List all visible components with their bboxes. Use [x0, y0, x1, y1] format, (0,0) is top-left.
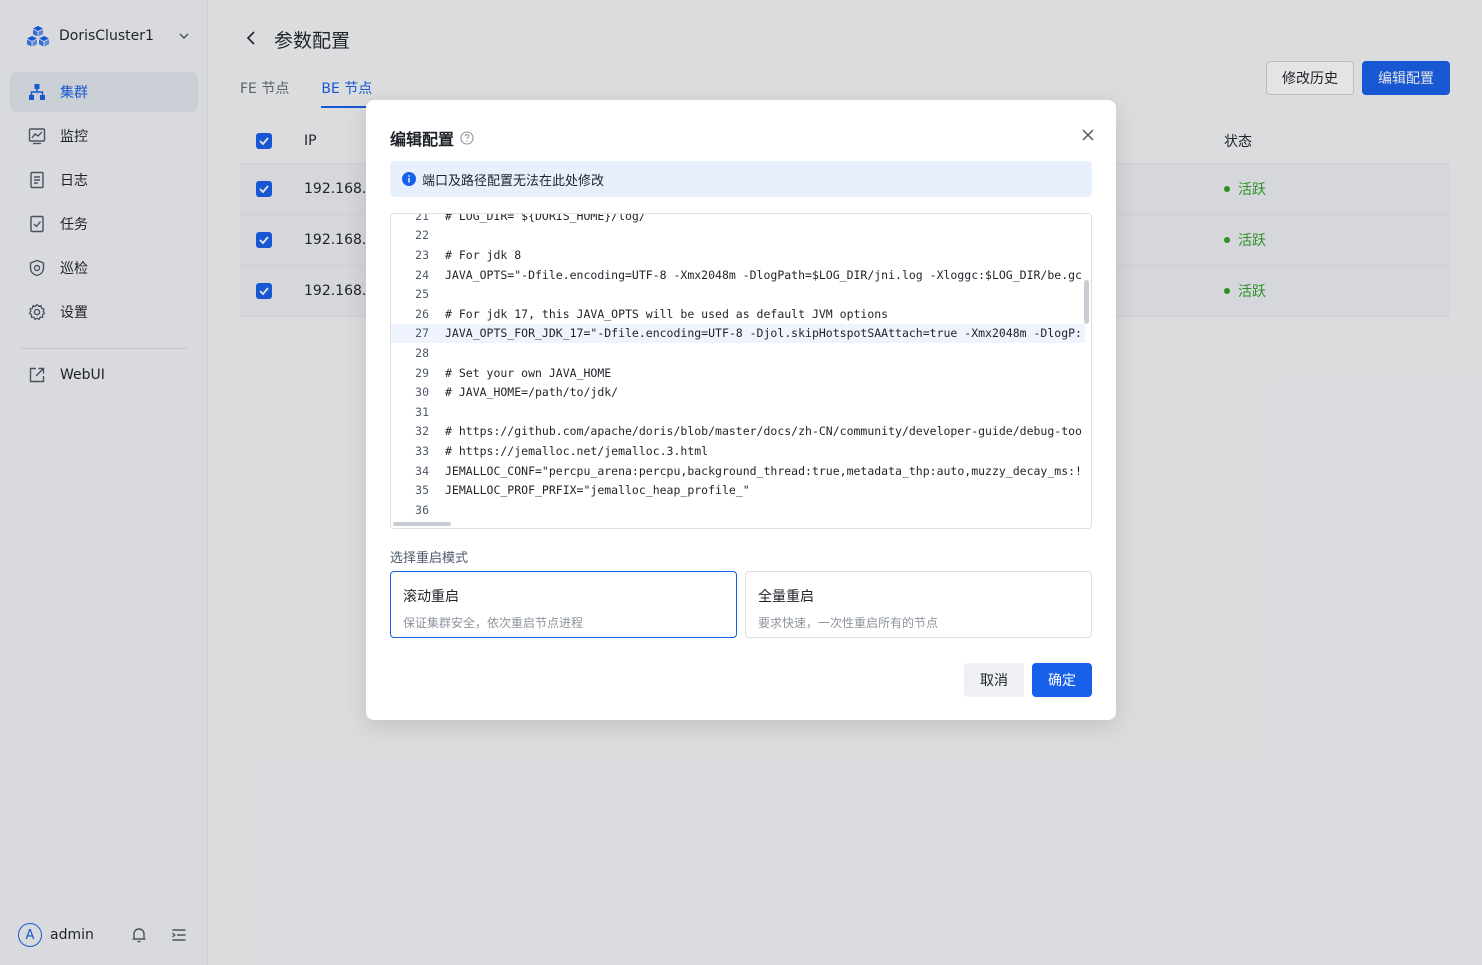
- code-line[interactable]: 21 # LOG_DIR= ${DORIS_HOME}/log/: [391, 213, 1085, 226]
- code-text: # JAVA_HOME=/path/to/jdk/: [445, 385, 619, 400]
- code-text: # Set your own JAVA_HOME: [445, 365, 612, 380]
- rolling-restart-option[interactable]: 滚动重启 保证集群安全，依次重启节点进程: [390, 571, 737, 638]
- line-number: 27: [415, 326, 429, 341]
- code-text: # For jdk 8: [445, 247, 522, 262]
- code-lines: 21 # LOG_DIR= ${DORIS_HOME}/log/22 23 # For…: [391, 213, 1085, 520]
- option-title: 全量重启: [758, 589, 814, 605]
- line-number: 24: [415, 267, 429, 282]
- code-line[interactable]: 22: [391, 226, 1085, 246]
- restart-mode-label: 选择重启模式: [390, 551, 469, 566]
- code-line[interactable]: 29 # Set your own JAVA_HOME: [391, 363, 1085, 383]
- line-number: 30: [415, 385, 429, 400]
- line-number: 23: [415, 247, 429, 262]
- edit-config-modal: 编辑配置 端口及路径配置无法在此处修改 21 # LOG_DIR= ${DORIS…: [366, 100, 1116, 720]
- confirm-button[interactable]: 确定: [1032, 663, 1092, 697]
- code-text: # LOG_DIR= ${DORIS_HOME}/log/: [445, 213, 646, 223]
- info-alert: 端口及路径配置无法在此处修改: [390, 161, 1092, 197]
- code-text: # https://jemalloc.net/jemalloc.3.html: [445, 443, 709, 458]
- code-text: # For jdk 17, this JAVA_OPTS will be use…: [445, 306, 889, 321]
- vertical-scrollbar[interactable]: [1084, 280, 1089, 324]
- code-text: # https://github.com/apache/doris/blob/m…: [445, 424, 1082, 439]
- code-line[interactable]: 23 # For jdk 8: [391, 245, 1085, 265]
- cancel-button[interactable]: 取消: [964, 663, 1024, 697]
- code-line[interactable]: 27 JAVA_OPTS_FOR_JDK_17="-Dfile.encoding=…: [391, 323, 1085, 344]
- close-icon[interactable]: [1080, 127, 1096, 143]
- code-text: JEMALLOC_CONF="percpu_arena:percpu,backg…: [445, 463, 1082, 478]
- code-line[interactable]: 28: [391, 343, 1085, 363]
- info-text: 端口及路径配置无法在此处修改: [422, 173, 605, 189]
- code-line[interactable]: 26 # For jdk 17, this JAVA_OPTS will be u…: [391, 304, 1085, 324]
- full-restart-option[interactable]: 全量重启 要求快速，一次性重启所有的节点: [745, 571, 1092, 638]
- line-number: 35: [415, 483, 429, 498]
- code-text: JAVA_OPTS="-Dfile.encoding=UTF-8 -Xmx204…: [445, 267, 1082, 282]
- line-number: 32: [415, 424, 429, 439]
- modal-title: 编辑配置: [390, 126, 474, 150]
- code-line[interactable]: 24 JAVA_OPTS="-Dfile.encoding=UTF-8 -Xmx2…: [391, 265, 1085, 285]
- code-text: JAVA_OPTS_FOR_JDK_17="-Dfile.encoding=UT…: [445, 326, 1082, 341]
- line-number: 22: [415, 228, 429, 243]
- modal-title-text: 编辑配置: [390, 130, 455, 149]
- line-number: 28: [415, 345, 429, 360]
- code-line[interactable]: 33 # https://jemalloc.net/jemalloc.3.html: [391, 441, 1085, 461]
- code-line[interactable]: 25: [391, 284, 1085, 304]
- help-icon[interactable]: [460, 131, 474, 145]
- option-description: 要求快速，一次性重启所有的节点: [758, 616, 939, 630]
- line-number: 29: [415, 365, 429, 380]
- line-number: 25: [415, 287, 429, 302]
- line-number: 21: [415, 213, 429, 223]
- code-text: JEMALLOC_PROF_PRFIX="jemalloc_heap_profi…: [445, 483, 750, 498]
- line-number: 33: [415, 443, 429, 458]
- info-icon: [402, 172, 416, 186]
- code-line[interactable]: 32 # https://github.com/apache/doris/blob…: [391, 422, 1085, 442]
- code-line[interactable]: 30 # JAVA_HOME=/path/to/jdk/: [391, 382, 1085, 402]
- line-number: 26: [415, 306, 429, 321]
- option-description: 保证集群安全，依次重启节点进程: [403, 616, 584, 630]
- option-title: 滚动重启: [403, 589, 459, 605]
- horizontal-scrollbar[interactable]: [393, 522, 451, 526]
- code-line[interactable]: 35 JEMALLOC_PROF_PRFIX="jemalloc_heap_pro…: [391, 480, 1085, 500]
- line-number: 34: [415, 463, 429, 478]
- line-number: 31: [415, 404, 429, 419]
- code-line[interactable]: 34 JEMALLOC_CONF="percpu_arena:percpu,bac…: [391, 461, 1085, 481]
- config-code-editor[interactable]: 21 # LOG_DIR= ${DORIS_HOME}/log/22 23 # For…: [390, 213, 1092, 529]
- code-line[interactable]: 31: [391, 402, 1085, 422]
- code-line[interactable]: 36: [391, 500, 1085, 520]
- line-number: 36: [415, 502, 429, 517]
